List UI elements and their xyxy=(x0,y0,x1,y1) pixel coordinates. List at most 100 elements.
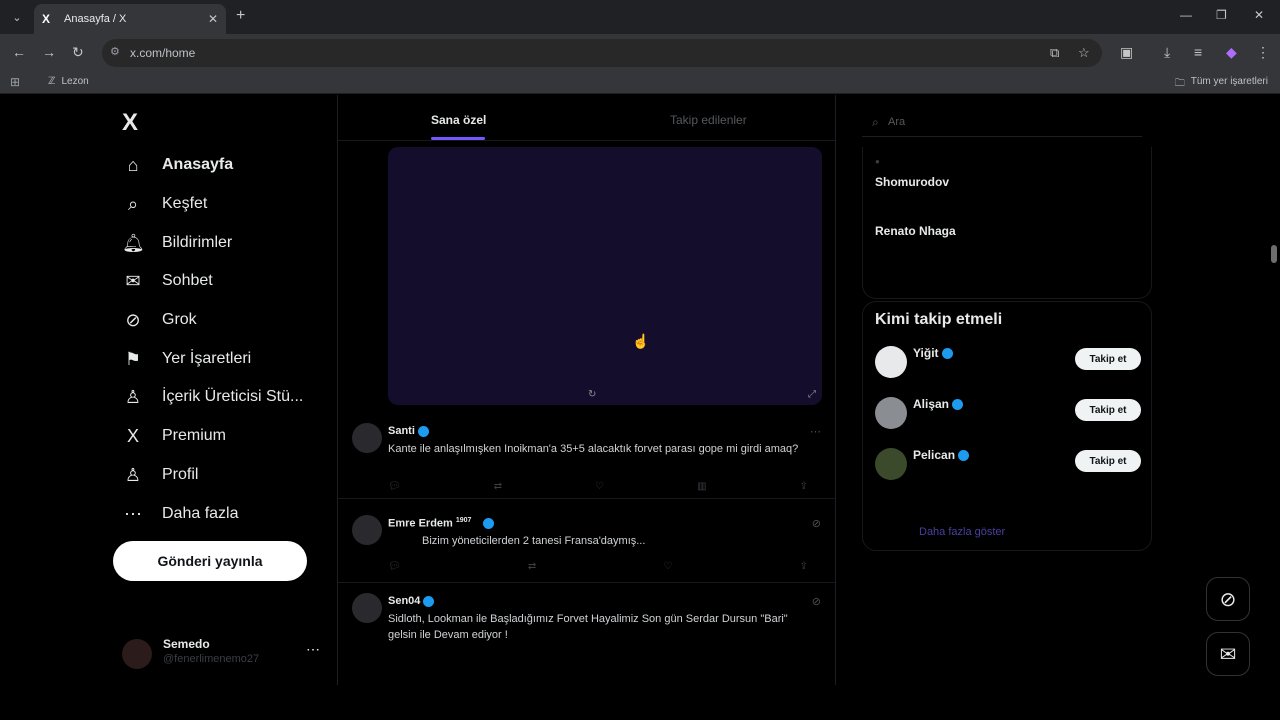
trend-item[interactable]: Renato Nhaga xyxy=(875,224,956,238)
maximize-icon[interactable]: ❐ xyxy=(1216,8,1227,22)
creator-studio-icon: ♙ xyxy=(124,386,142,407)
account-switcher[interactable]: Semedo @fenerlimenemo27 ⋯ xyxy=(122,635,322,671)
post-item[interactable]: Santi ⋯ Kante ile anlaşılmışken Inoikman… xyxy=(338,413,835,499)
sidebar-item-8[interactable]: ♙ Profil xyxy=(122,461,199,489)
sidebar-item-5[interactable]: ⚑ Yer İşaretleri xyxy=(122,345,251,373)
sidebar-item-0[interactable]: ⌂ Anasayfa xyxy=(122,151,234,179)
post-avatar[interactable] xyxy=(352,515,382,545)
repost-icon[interactable]: ⇄ xyxy=(494,481,502,492)
grok-post-icon[interactable]: ⊘ xyxy=(812,517,821,530)
close-window-icon[interactable]: ✕ xyxy=(1254,8,1264,22)
post-item[interactable]: Sen04 ⊘ Sidloth, Lookman ile Başladığımı… xyxy=(338,585,835,685)
sidebar-item-9[interactable]: ⋯ Daha fazla xyxy=(122,500,239,528)
avatar[interactable] xyxy=(875,397,907,429)
new-tab-plus-icon[interactable]: + xyxy=(236,7,245,25)
search-input[interactable]: Ara xyxy=(888,116,905,128)
reload-icon[interactable]: ↻ xyxy=(72,44,84,61)
share-icon[interactable]: ⇪ xyxy=(800,481,808,492)
messages-float-button[interactable]: ✉ xyxy=(1206,632,1250,676)
profile-extension-icon[interactable]: ◆ xyxy=(1226,44,1237,61)
follow-suggestion[interactable]: Alişan Takip et xyxy=(875,397,1141,441)
url-text[interactable]: x.com/home xyxy=(130,46,195,60)
post-item[interactable]: Emre Erdem 1907 ⊘ Bizim yöneticilerden 2… xyxy=(338,501,835,583)
search-box[interactable]: ⌕ Ara xyxy=(862,107,1142,137)
address-bar[interactable]: ⚙ x.com/home ⧉ ☆ xyxy=(102,39,1102,67)
x-favicon-icon: X xyxy=(42,12,51,26)
suggestion-name[interactable]: Alişan xyxy=(913,397,964,411)
fullscreen-icon[interactable]: ⤢ xyxy=(808,389,816,400)
post-avatar[interactable] xyxy=(352,593,382,623)
post-button[interactable]: Gönderi yayınla xyxy=(113,541,307,581)
trends-panel: ● Shomurodov Renato Nhaga xyxy=(862,147,1152,299)
sidebar-item-7[interactable]: X Premium xyxy=(122,422,226,450)
mail-icon: ✉ xyxy=(125,270,141,291)
author-name: Sen04 xyxy=(388,595,421,607)
more-dots-icon[interactable]: ⋯ xyxy=(306,641,320,658)
video-player[interactable]: ☝ ↻ ⤢ xyxy=(388,147,822,405)
grok-post-icon[interactable]: ⊘ xyxy=(812,595,821,608)
sidebar-item-1[interactable]: ⌕ Keşfet xyxy=(122,190,207,218)
post-author[interactable]: Sen04 xyxy=(388,595,435,607)
trend-dot-icon: ● xyxy=(875,157,880,166)
sidebar-item-label: Keşfet xyxy=(162,195,208,212)
sidebar-item-4[interactable]: ⊘ Grok xyxy=(122,306,197,334)
all-bookmarks-button[interactable]: 🗀 Tüm yer işaretleri xyxy=(1175,76,1268,93)
grok-icon: ⊘ xyxy=(125,309,141,330)
suggestion-name[interactable]: Pelican xyxy=(913,448,970,462)
install-app-icon[interactable]: ⧉ xyxy=(1050,45,1059,61)
post-avatar[interactable] xyxy=(352,423,382,453)
avatar[interactable] xyxy=(875,448,907,480)
views-icon[interactable]: ▥ xyxy=(697,481,706,492)
media-control-icon[interactable]: ≡ xyxy=(1194,44,1202,60)
suggestion-name[interactable]: Yiğit xyxy=(913,346,953,360)
scrollbar[interactable] xyxy=(1268,95,1280,720)
follow-button[interactable]: Takip et xyxy=(1075,450,1141,472)
apps-grid-icon[interactable]: ⊞ xyxy=(10,75,20,89)
like-icon[interactable]: ♡ xyxy=(663,561,672,572)
sidebar-item-3[interactable]: ✉ Sohbet xyxy=(122,267,212,295)
post-more-icon[interactable]: ⋯ xyxy=(810,425,821,438)
download-icon[interactable]: ⤓ xyxy=(1164,44,1170,61)
follow-suggestion[interactable]: Pelican Takip et xyxy=(875,448,1141,492)
bookmark-favicon-icon: ℤ xyxy=(48,76,56,87)
sidebar-item-2[interactable]: 🔔︎ Bildirimler xyxy=(122,229,232,257)
browser-tab[interactable]: X Anasayfa / X ✕ xyxy=(34,4,226,34)
replay-icon[interactable]: ↻ xyxy=(588,389,596,400)
who-to-follow-panel: Kimi takip etmeli Yiğit Takip et Alişan … xyxy=(862,301,1152,551)
close-tab-icon[interactable]: ✕ xyxy=(208,12,218,26)
bookmark-item[interactable]: ℤ Lezon xyxy=(48,76,89,87)
minimize-icon[interactable]: — xyxy=(1180,8,1192,22)
repost-icon[interactable]: ⇄ xyxy=(528,561,536,572)
like-icon[interactable]: ♡ xyxy=(595,481,604,492)
back-arrow-icon[interactable]: ← xyxy=(12,44,26,60)
x-home-page: X ⌂ Anasayfa ⌕ Keşfet 🔔︎ Bildirimler ✉ Sohbet ⊘ G… xyxy=(0,95,1280,720)
tab-following[interactable]: Takip edilenler xyxy=(670,113,747,127)
tab-search-chevron-icon[interactable]: ⌄ xyxy=(6,7,28,27)
post-author[interactable]: Emre Erdem 1907 xyxy=(388,517,495,530)
grok-float-button[interactable]: ⊘ xyxy=(1206,577,1250,621)
post-text: Bizim yöneticilerden 2 tanesi Fransa'day… xyxy=(422,535,646,547)
reply-icon[interactable]: 💬︎ xyxy=(388,481,401,492)
post-actions: 💬︎ ⇄ ♡ ▥ ⇪ xyxy=(388,481,808,492)
bookmark-star-icon[interactable]: ☆ xyxy=(1078,45,1090,61)
follow-button[interactable]: Takip et xyxy=(1075,399,1141,421)
forward-arrow-icon[interactable]: → xyxy=(42,44,56,60)
post-author[interactable]: Santi xyxy=(388,425,429,437)
reply-icon[interactable]: 💬︎ xyxy=(388,561,401,572)
show-more-link[interactable]: Daha fazla göster xyxy=(919,526,1005,538)
sidebar-item-6[interactable]: ♙ İçerik Üreticisi Stü... xyxy=(122,383,303,411)
x-logo-icon[interactable]: X xyxy=(122,109,138,137)
sidebar-item-label: Grok xyxy=(162,311,197,328)
follow-suggestion[interactable]: Yiğit Takip et xyxy=(875,346,1141,390)
tab-for-you[interactable]: Sana özel xyxy=(431,113,486,127)
trend-item[interactable]: Shomurodov xyxy=(875,175,949,189)
share-icon[interactable]: ⇪ xyxy=(800,561,808,572)
feed-tabs: Sana özel Takip edilenler xyxy=(338,95,835,141)
browser-menu-icon[interactable]: ⋮ xyxy=(1256,44,1270,61)
scrollbar-thumb[interactable] xyxy=(1271,245,1277,263)
author-name: Santi xyxy=(388,425,415,437)
site-info-icon[interactable]: ⚙ xyxy=(110,45,120,58)
extensions-icon[interactable]: ▣ xyxy=(1120,44,1133,61)
avatar[interactable] xyxy=(875,346,907,378)
follow-button[interactable]: Takip et xyxy=(1075,348,1141,370)
